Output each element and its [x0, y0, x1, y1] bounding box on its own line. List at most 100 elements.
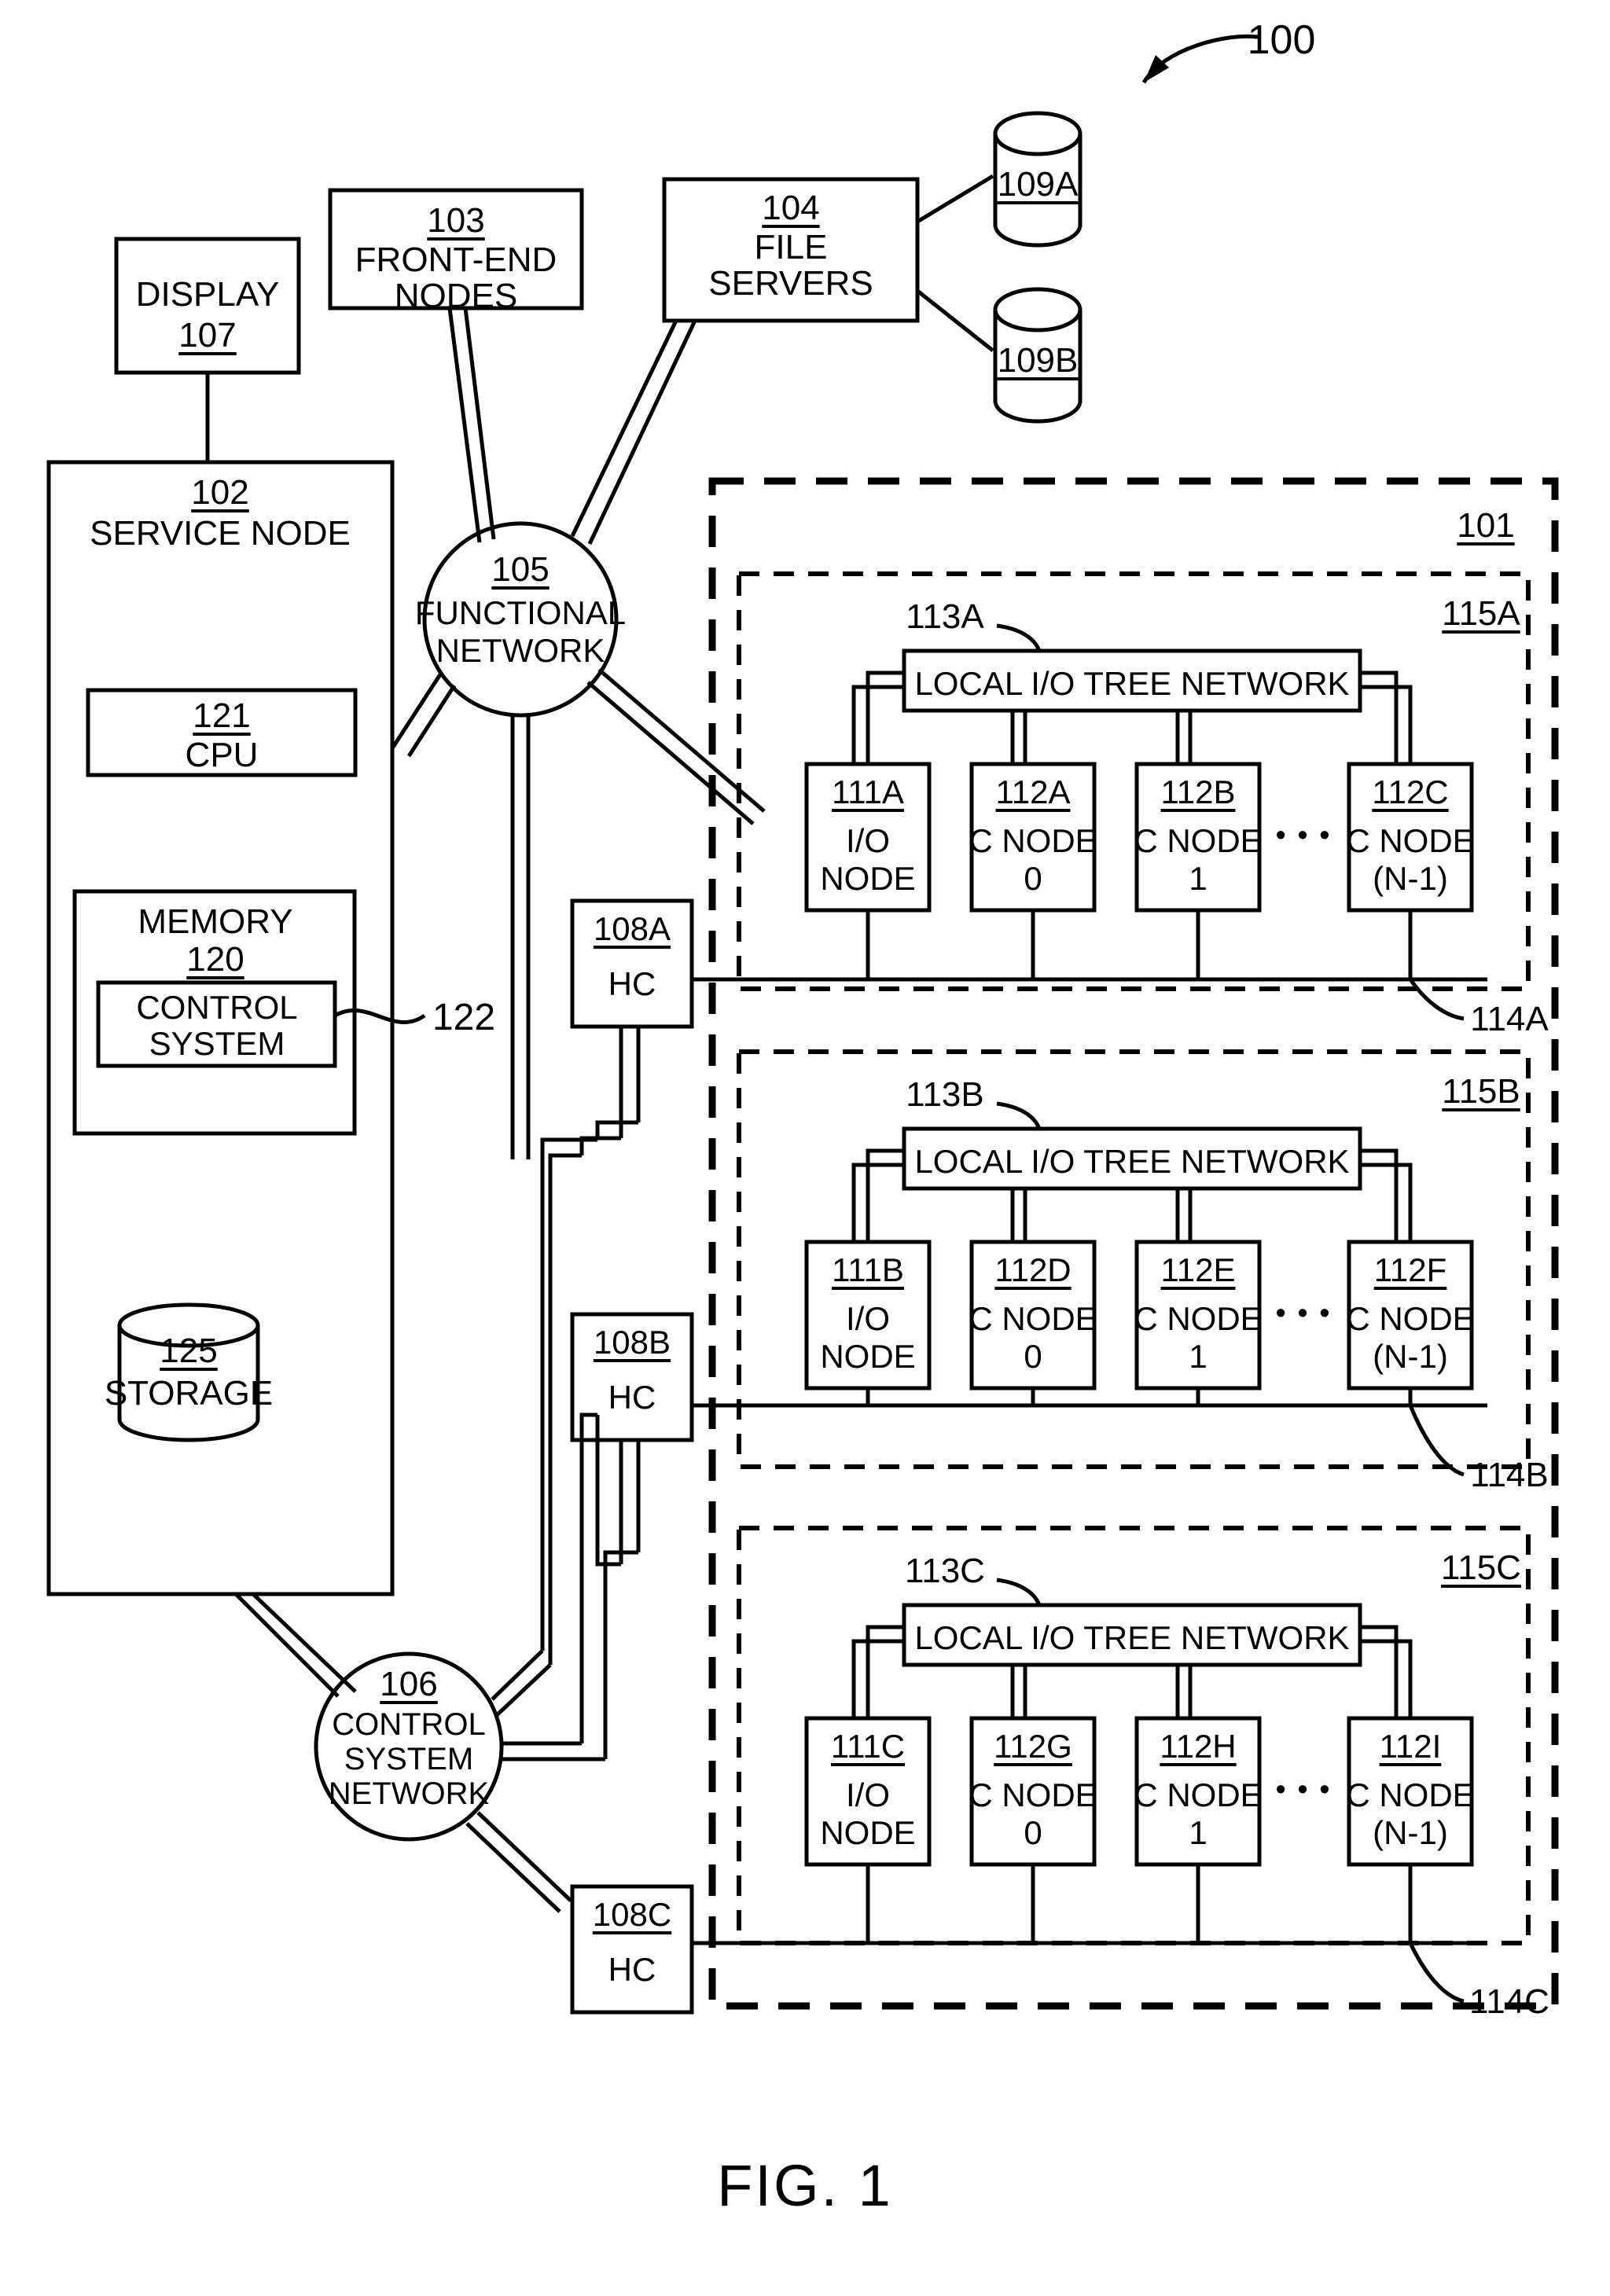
tree-c-right-2: [1360, 1639, 1413, 1718]
node-112d-line2: 0: [1024, 1338, 1042, 1375]
disk-109a-ref: 109A: [997, 165, 1079, 204]
node-111a-ref: 111A: [832, 773, 904, 810]
node-111a-line1: I/O: [845, 822, 891, 859]
bus-114b-ref: 114B: [1470, 1456, 1549, 1494]
tree-113a-callout: [996, 623, 1042, 652]
file-servers-label-1: FILE: [754, 228, 828, 266]
node-112i-ref: 112I: [1379, 1728, 1442, 1765]
fn-sn-link-a: [390, 673, 443, 750]
control-system-callout-line: [333, 1008, 426, 1025]
node-112g-line2: 0: [1024, 1814, 1042, 1851]
node-112d-ref: 112D: [994, 1251, 1071, 1288]
fn-sn-link-b: [406, 684, 457, 758]
system-ref-label: 100: [1247, 17, 1316, 63]
hc-riser-b1: [579, 1412, 597, 1743]
hc-108b-ref: 108B: [593, 1324, 671, 1361]
csn-hc-c-link-b: [465, 1822, 561, 1913]
front-end-nodes-label-1: FRONT-END: [355, 241, 557, 279]
fen-link-a: [447, 307, 482, 543]
group-c-ellipsis: • • •: [1275, 1773, 1332, 1806]
control-system-label-2: SYSTEM: [149, 1025, 285, 1062]
front-end-nodes-ref: 103: [427, 201, 485, 240]
tree-c-left-2: [851, 1639, 904, 1718]
hc-108c-ref: 108C: [592, 1896, 672, 1933]
node-112h-line1: C NODE: [1134, 1776, 1263, 1813]
node-112f-line2: (N-1): [1373, 1338, 1448, 1375]
node-112c-line1: C NODE: [1346, 822, 1475, 859]
fs-disk-b-link: [916, 289, 994, 352]
node-111b-line2: NODE: [820, 1338, 916, 1375]
node-112a-line1: C NODE: [969, 822, 1097, 859]
tree-113a-callout-ref: 113A: [906, 597, 984, 636]
fs-fn-link-b: [587, 319, 697, 546]
memory-label: MEMORY: [138, 902, 293, 941]
csn-hc-a-link-b: [491, 1649, 544, 1701]
node-111c-line2: NODE: [820, 1814, 916, 1851]
sn-csn-link-a: [234, 1593, 340, 1698]
fs-disk-a-link: [916, 174, 994, 224]
group-b-ellipsis: • • •: [1275, 1297, 1332, 1330]
functional-network-label-2: NETWORK: [436, 632, 605, 669]
front-end-nodes-label-2: NODES: [394, 277, 518, 315]
node-112h-ref: 112H: [1160, 1728, 1237, 1765]
tree-a-right-2: [1360, 685, 1413, 764]
hc-108a-ref: 108A: [593, 910, 671, 947]
control-system-network-label-1: CONTROL: [332, 1707, 486, 1742]
node-112f-ref: 112F: [1373, 1251, 1447, 1288]
hc-108c-label: HC: [608, 1951, 656, 1988]
hc-108b-label: HC: [608, 1379, 656, 1416]
tree-b-left-2: [851, 1163, 904, 1242]
node-112e-line1: C NODE: [1134, 1300, 1263, 1337]
node-112b-line1: C NODE: [1134, 822, 1263, 859]
node-112i-line2: (N-1): [1373, 1814, 1448, 1851]
node-112g-ref: 112G: [994, 1728, 1072, 1765]
sn-csn-link-b: [252, 1593, 357, 1693]
control-system-network-label-3: NETWORK: [328, 1776, 490, 1811]
tree-113c-label: LOCAL I/O TREE NETWORK: [914, 1619, 1350, 1656]
node-112a-ref: 112A: [995, 773, 1071, 810]
hc-riser-a1: [548, 1153, 582, 1665]
tree-113b-callout: [996, 1101, 1042, 1130]
display-label: DISPLAY: [135, 275, 280, 314]
node-111b-ref: 111B: [832, 1251, 904, 1288]
bus-114a-ref: 114A: [1470, 1000, 1549, 1038]
node-112a-line2: 0: [1024, 860, 1042, 897]
tree-113b-callout-ref: 113B: [906, 1075, 984, 1114]
riser-join-3: [595, 1415, 621, 1567]
node-112c-ref: 112C: [1372, 773, 1449, 810]
group-a-ellipsis: • • •: [1275, 819, 1332, 852]
group-115b-ref: 115B: [1442, 1072, 1520, 1111]
bus-114c-ref: 114C: [1469, 1982, 1549, 2021]
tree-113a-label: LOCAL I/O TREE NETWORK: [914, 665, 1350, 702]
node-111c-line1: I/O: [845, 1776, 891, 1813]
control-system-network-ref: 106: [380, 1665, 438, 1703]
cpu-ref: 121: [193, 696, 251, 735]
node-112c-line2: (N-1): [1373, 860, 1448, 897]
bus-114a-callout: [1408, 978, 1465, 1021]
system-callout-arrow: [1141, 34, 1259, 84]
node-112e-ref: 112E: [1160, 1251, 1236, 1288]
tree-113c-callout-ref: 113C: [905, 1552, 985, 1590]
hc-108a-label: HC: [608, 965, 656, 1002]
fs-fn-link-a: [570, 319, 678, 538]
node-112g-line1: C NODE: [969, 1776, 1097, 1813]
storage-cylinder: [117, 1302, 260, 1442]
service-node-label: SERVICE NODE: [90, 514, 351, 553]
display-ref: 107: [178, 316, 237, 355]
node-112h-line2: 1: [1189, 1814, 1208, 1851]
riser-join-4: [603, 1550, 638, 1759]
node-112b-line2: 1: [1189, 860, 1208, 897]
node-111c-ref: 111C: [830, 1728, 906, 1765]
tree-113b-label: LOCAL I/O TREE NETWORK: [914, 1143, 1350, 1180]
compute-core-ref: 101: [1457, 506, 1515, 545]
memory-ref: 120: [186, 940, 244, 979]
diagram-canvas: [46, 34, 1559, 2015]
csn-hc-c-link-a: [476, 1811, 572, 1902]
group-115a-ref: 115A: [1442, 594, 1520, 633]
control-system-network-label-2: SYSTEM: [344, 1742, 474, 1776]
node-111b-line1: I/O: [845, 1300, 891, 1337]
tree-a-left-2: [851, 685, 904, 764]
storage-label: STORAGE: [104, 1374, 274, 1412]
node-112d-line1: C NODE: [969, 1300, 1097, 1337]
tree-113c-callout: [996, 1578, 1042, 1607]
